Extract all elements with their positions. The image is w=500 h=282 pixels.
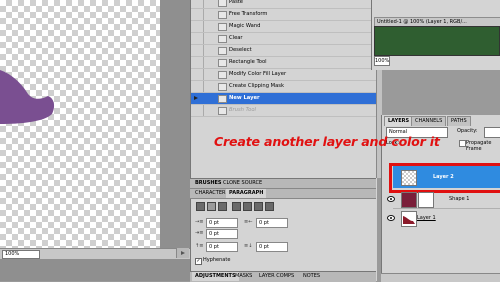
first-line-indent-field[interactable]: 0 pt <box>206 229 238 239</box>
space-before-icon: ↑≡ <box>195 243 204 249</box>
tab-layers[interactable]: LAYERS <box>384 116 414 126</box>
left-indent-icon: →≡ <box>195 219 204 225</box>
tab-masks[interactable]: MASKS <box>232 272 255 281</box>
justify-all-icon[interactable] <box>265 202 274 211</box>
history-step-icon <box>218 35 227 43</box>
history-step-icon <box>218 71 227 79</box>
layer-thumbnail <box>401 211 417 227</box>
history-item-selected[interactable]: New Layer <box>191 93 377 105</box>
history-step-icon <box>218 95 227 103</box>
history-item[interactable]: Clear <box>191 33 377 45</box>
history-item[interactable]: Magic Wand <box>191 21 377 33</box>
right-indent-icon: ≡← <box>244 219 253 225</box>
tab-character[interactable]: CHARACTER <box>192 189 228 198</box>
history-item[interactable]: Deselect <box>191 45 377 57</box>
justify-last-left-icon[interactable] <box>232 202 241 211</box>
align-left-icon[interactable] <box>196 202 205 211</box>
brushes-tab-bar: BRUSHES CLONE SOURCE <box>190 178 376 189</box>
canvas-zoom-field[interactable]: 100% <box>2 250 40 259</box>
layer-name: Shape 1 <box>449 196 470 202</box>
first-line-indent-icon: ⇥≡ <box>195 230 204 236</box>
history-step-icon <box>218 107 227 115</box>
history-step-icon <box>218 0 227 7</box>
eye-icon[interactable] <box>387 215 395 221</box>
history-item[interactable]: Rectangle Tool <box>191 57 377 69</box>
history-panel: Paste Free Transform Magic Wand Clear De… <box>190 0 377 178</box>
highlight-box <box>389 163 500 193</box>
eye-icon[interactable] <box>387 196 395 202</box>
propagate-frame-label: Propagate Frame <box>466 140 492 152</box>
navigator-zoom-field[interactable]: 100% <box>374 56 390 66</box>
space-before-field[interactable]: 0 pt <box>206 242 238 252</box>
scroll-right-arrow-icon[interactable] <box>176 248 189 258</box>
tab-paragraph[interactable]: PARAGRAPH <box>226 189 267 198</box>
space-after-icon: ≡↓ <box>244 243 253 249</box>
history-step-icon <box>218 83 227 91</box>
history-state-arrow-icon <box>194 96 198 100</box>
status-bar: 100% <box>0 248 190 259</box>
opacity-field[interactable] <box>484 127 500 138</box>
vector-mask-thumbnail <box>418 192 434 208</box>
tab-clone-source[interactable]: CLONE SOURCE <box>220 179 265 188</box>
tutorial-caption: Create another layer and color it <box>214 134 440 149</box>
history-step-icon <box>218 59 227 67</box>
adjustments-tab-bar: ADJUSTMENTS MASKS LAYER COMPS NOTES <box>190 271 376 282</box>
tab-notes[interactable]: NOTES <box>300 272 323 281</box>
justify-last-center-icon[interactable] <box>243 202 252 211</box>
right-indent-field[interactable]: 0 pt <box>256 218 288 228</box>
opacity-label: Opacity: <box>457 128 478 134</box>
align-center-icon[interactable] <box>207 202 216 211</box>
layer-row[interactable]: Layer 1 <box>387 209 500 227</box>
space-after-field[interactable]: 0 pt <box>256 242 288 252</box>
character-tab-bar: CHARACTER PARAGRAPH <box>190 189 376 199</box>
align-right-icon[interactable] <box>218 202 227 211</box>
history-item[interactable]: Paste <box>191 0 377 9</box>
history-item[interactable]: Modify Color Fill Layer <box>191 69 377 81</box>
navigator-thumbnail[interactable] <box>374 26 500 56</box>
justify-last-right-icon[interactable] <box>254 202 263 211</box>
history-step-icon <box>218 11 227 19</box>
hyphenate-checkbox[interactable]: ✓ <box>195 258 202 265</box>
history-item[interactable]: Free Transform <box>191 9 377 21</box>
layer-row[interactable]: Shape 1 <box>387 190 500 209</box>
propagate-frame-checkbox[interactable] <box>459 140 466 147</box>
purple-shape <box>0 70 55 124</box>
history-step-icon <box>218 47 227 55</box>
tab-channels[interactable]: CHANNELS <box>411 116 447 126</box>
color-fill-thumbnail <box>401 192 417 208</box>
history-item-undone[interactable]: Brush Tool <box>191 105 377 117</box>
history-item[interactable]: Create Clipping Mask <box>191 81 377 93</box>
tab-paths[interactable]: PATHS <box>447 116 471 126</box>
layer-name: Layer 1 <box>417 215 436 221</box>
layer1-shape-preview <box>403 216 415 224</box>
canvas-area[interactable] <box>0 0 190 281</box>
left-indent-field[interactable]: 0 pt <box>206 218 238 228</box>
history-step-icon <box>218 23 227 31</box>
hyphenate-label: Hyphenate <box>203 257 231 263</box>
tab-layer-comps[interactable]: LAYER COMPS <box>256 272 297 281</box>
